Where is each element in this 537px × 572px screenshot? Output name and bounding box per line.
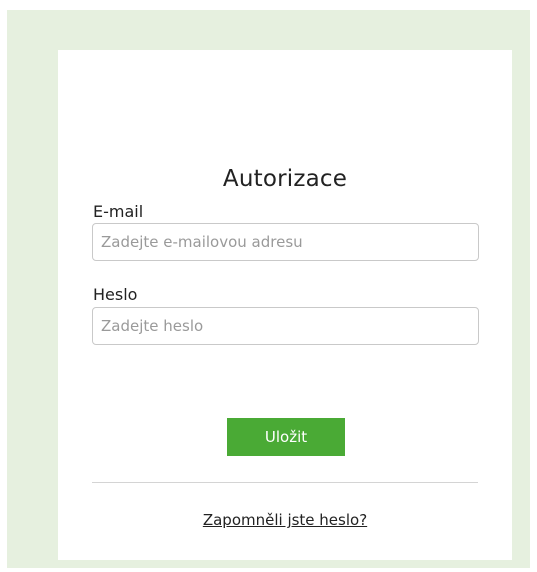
- page-title: Autorizace: [222, 166, 348, 192]
- forgot-password-container: Zapomněli jste heslo?: [58, 511, 512, 529]
- password-field[interactable]: [92, 307, 479, 345]
- email-field[interactable]: [92, 223, 479, 261]
- page-background: Autorizace E-mail Heslo Uložit Zapomněli…: [7, 10, 530, 568]
- forgot-password-link[interactable]: Zapomněli jste heslo?: [203, 511, 367, 529]
- divider: [92, 482, 478, 483]
- email-label: E-mail: [93, 202, 144, 221]
- login-card: Autorizace E-mail Heslo Uložit Zapomněli…: [58, 50, 512, 560]
- password-label: Heslo: [93, 285, 138, 304]
- save-button[interactable]: Uložit: [227, 418, 345, 456]
